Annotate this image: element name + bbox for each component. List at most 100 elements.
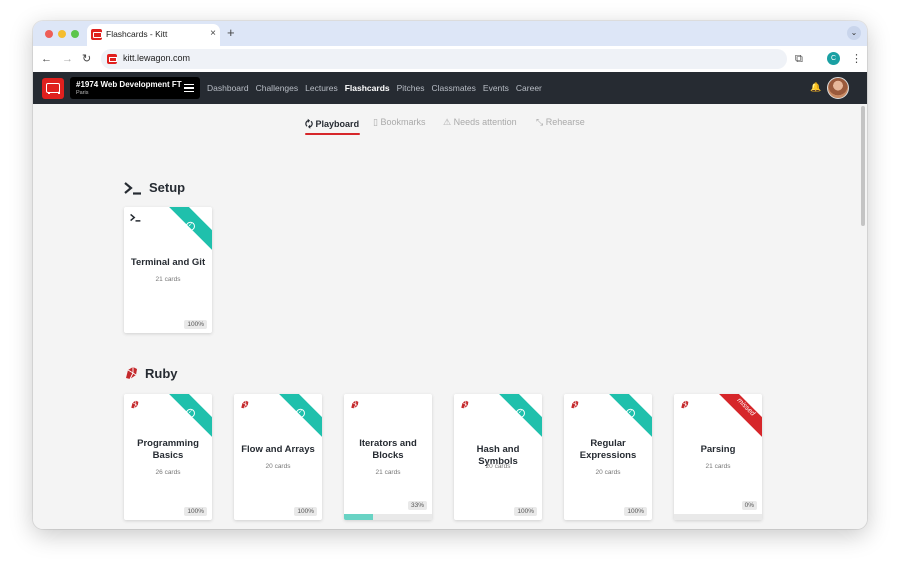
deck-title: Programming Basics bbox=[137, 438, 199, 461]
browser-menu-icon[interactable]: ⋮ bbox=[851, 51, 862, 67]
completed-ribbon: ✓ bbox=[490, 394, 542, 443]
progress-label: 100% bbox=[294, 507, 317, 516]
rehearse-icon: ⤡ bbox=[536, 117, 544, 127]
missed-label: missed bbox=[735, 396, 757, 418]
batch-selector[interactable]: #1974 Web Development FT Paris bbox=[70, 77, 200, 99]
minimize-window-button[interactable] bbox=[58, 30, 66, 38]
site-favicon-icon bbox=[107, 54, 117, 64]
ruby-icon bbox=[241, 400, 249, 409]
completed-ribbon: ✓ bbox=[160, 207, 212, 256]
deck-title: Terminal and Git bbox=[130, 257, 206, 268]
active-tab-underline bbox=[305, 133, 360, 135]
progress-label: 100% bbox=[514, 507, 537, 516]
back-arrow-icon[interactable]: ← bbox=[41, 51, 52, 67]
check-circle-icon: ✓ bbox=[185, 408, 195, 418]
completed-ribbon: ✓ bbox=[270, 394, 322, 443]
tab-rehearse[interactable]: ⤡ Rehearse bbox=[536, 117, 585, 128]
address-bar[interactable]: kitt.lewagon.com bbox=[101, 49, 787, 69]
extensions-puzzle-icon[interactable]: ⧉ bbox=[795, 51, 803, 67]
forward-arrow-icon[interactable]: → bbox=[62, 51, 73, 67]
tab-bookmarks-label: Bookmarks bbox=[380, 117, 426, 127]
flashcard-deck-card[interactable]: ✓ Terminal and Git 21 cards 100% bbox=[124, 207, 212, 333]
tab-playboard[interactable]: 🗘 Playboard bbox=[305, 117, 359, 133]
deck-title: Flow and Arrays bbox=[241, 444, 315, 455]
flashcard-deck-card[interactable]: missed Parsing 21 cards 0% bbox=[674, 394, 762, 520]
ruby-icon bbox=[571, 400, 579, 409]
tab-title: Flashcards - Kitt bbox=[106, 29, 168, 39]
bookmark-icon: ▯ bbox=[373, 117, 378, 127]
warning-icon: ⚠ bbox=[443, 117, 452, 127]
url-text[interactable]: kitt.lewagon.com bbox=[123, 53, 190, 63]
flashcard-deck-card[interactable]: ✓ Hash and Symbols 20 cards 100% bbox=[454, 394, 542, 520]
close-window-button[interactable] bbox=[45, 30, 53, 38]
ruby-icon bbox=[131, 400, 139, 409]
tab-rehearse-label: Rehearse bbox=[545, 117, 585, 127]
flashcard-deck-card[interactable]: Iterators and Blocks 21 cards 33% bbox=[344, 394, 432, 520]
progress-bar bbox=[344, 514, 432, 520]
tab-bookmarks[interactable]: ▯ Bookmarks bbox=[373, 117, 425, 128]
nav-link-lectures[interactable]: Lectures bbox=[305, 83, 338, 93]
deck-title: Regular Expressions bbox=[579, 438, 637, 461]
check-circle-icon: ✓ bbox=[185, 221, 195, 231]
completed-ribbon: ✓ bbox=[600, 394, 652, 443]
lewagon-logo-icon[interactable] bbox=[42, 78, 64, 99]
reload-icon[interactable]: ↻ bbox=[82, 51, 91, 67]
nav-link-pitches[interactable]: Pitches bbox=[397, 83, 425, 93]
flashcard-deck-card[interactable]: ✓ Flow and Arrays 20 cards 100% bbox=[234, 394, 322, 520]
site-navbar: #1974 Web Development FT Paris Dashboard… bbox=[33, 72, 867, 104]
section-title-ruby: Ruby bbox=[145, 366, 178, 381]
check-circle-icon: ✓ bbox=[625, 408, 635, 418]
browser-tab[interactable]: Flashcards - Kitt × bbox=[87, 24, 220, 46]
page-scrollbar[interactable] bbox=[859, 104, 867, 529]
hamburger-menu-icon[interactable] bbox=[184, 84, 194, 92]
tab-strip: Flashcards - Kitt × + ⌄ bbox=[33, 21, 867, 46]
scrollbar-thumb[interactable] bbox=[861, 106, 865, 226]
flashcard-deck-card[interactable]: ✓ Programming Basics 26 cards 100% bbox=[124, 394, 212, 520]
progress-label: 100% bbox=[184, 507, 207, 516]
maximize-window-button[interactable] bbox=[71, 30, 79, 38]
nav-link-challenges[interactable]: Challenges bbox=[256, 83, 299, 93]
progress-label: 100% bbox=[624, 507, 647, 516]
progress-label: 33% bbox=[407, 501, 427, 510]
flashcards-content: 🗘 Playboard ▯ Bookmarks ⚠ Needs attentio… bbox=[33, 104, 859, 529]
missed-ribbon: missed bbox=[710, 394, 762, 443]
deck-card-count: 20 cards bbox=[595, 469, 621, 476]
terminal-icon bbox=[130, 213, 141, 222]
ruby-icon bbox=[461, 400, 469, 409]
nav-link-career[interactable]: Career bbox=[516, 83, 542, 93]
tab-needs-attention[interactable]: ⚠ Needs attention bbox=[443, 117, 517, 128]
browser-window: Flashcards - Kitt × + ⌄ ← → ↻ kitt.lewag… bbox=[33, 21, 867, 529]
tab-needs-attention-label: Needs attention bbox=[453, 117, 517, 127]
deck-card-count: 21 cards bbox=[155, 276, 181, 283]
close-tab-icon[interactable]: × bbox=[210, 28, 216, 40]
deck-title: Parsing bbox=[700, 444, 736, 455]
notification-bell-icon[interactable]: 🔔 bbox=[810, 82, 821, 93]
user-avatar[interactable] bbox=[827, 77, 849, 99]
deck-card-count: 26 cards bbox=[155, 469, 181, 476]
progress-bar bbox=[674, 514, 762, 520]
playboard-icon: 🗘 bbox=[305, 119, 314, 129]
progress-label: 0% bbox=[741, 501, 757, 510]
deck-card-count: 21 cards bbox=[705, 463, 731, 470]
lewagon-favicon-icon bbox=[91, 29, 102, 40]
deck-card-count: 20 cards bbox=[485, 463, 511, 470]
main-nav: Dashboard Challenges Lectures Flashcards Pit… bbox=[207, 83, 542, 93]
nav-link-flashcards[interactable]: Flashcards bbox=[345, 83, 390, 93]
ruby-icon bbox=[351, 400, 359, 409]
ruby-icon bbox=[126, 367, 137, 380]
section-title-setup: Setup bbox=[149, 180, 186, 195]
profile-avatar[interactable]: C bbox=[827, 52, 840, 65]
nav-link-dashboard[interactable]: Dashboard bbox=[207, 83, 249, 93]
nav-link-classmates[interactable]: Classmates bbox=[432, 83, 476, 93]
deck-card-count: 21 cards bbox=[375, 469, 401, 476]
check-circle-icon: ✓ bbox=[295, 408, 305, 418]
nav-link-events[interactable]: Events bbox=[483, 83, 509, 93]
tab-search-chevron-icon[interactable]: ⌄ bbox=[847, 26, 861, 40]
terminal-icon bbox=[124, 182, 141, 195]
batch-city: Paris bbox=[76, 90, 89, 96]
deck-title: Iterators and Blocks bbox=[359, 438, 417, 461]
flashcard-deck-card[interactable]: ✓ Regular Expressions 20 cards 100% bbox=[564, 394, 652, 520]
completed-ribbon: ✓ bbox=[160, 394, 212, 443]
new-tab-button[interactable]: + bbox=[227, 25, 235, 41]
browser-toolbar: ← → ↻ kitt.lewagon.com ⧉ C ⋮ bbox=[33, 46, 867, 72]
